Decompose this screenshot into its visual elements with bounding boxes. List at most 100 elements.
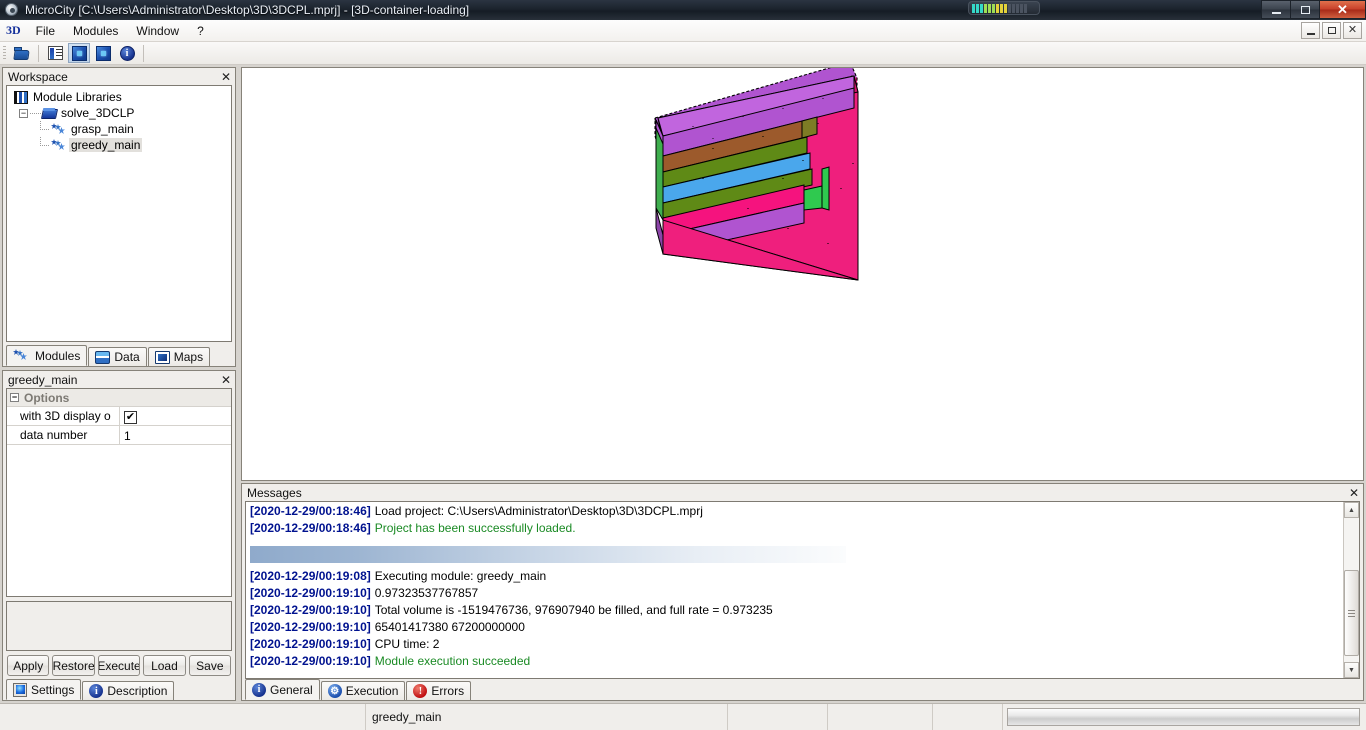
module-icon [51,139,66,151]
message-timestamp: [2020-12-29/00:19:10] [250,637,371,651]
info-icon: i [252,682,266,697]
messages-vertical-scrollbar[interactable]: ▲ ▼ [1343,502,1359,678]
module-icon [13,349,28,362]
save-button[interactable]: Save [188,655,232,676]
properties-tabstrip: Settings i Description [3,679,235,700]
options-grid[interactable]: − Options with 3D display o ✔ data numbe… [6,388,232,597]
viewport-3d-container-loading[interactable] [241,61,1364,481]
mdi-window-controls: ✕ [1301,22,1366,39]
option-value[interactable]: 1 [120,426,231,444]
window-controls: ✕ [1261,0,1366,20]
mdi-close-button[interactable]: ✕ [1343,22,1362,39]
message-text: Executing module: greedy_main [374,569,547,583]
option-row-data-number[interactable]: data number 1 [7,426,231,445]
restore-icon [1327,27,1336,34]
level-meter-overlay [968,1,1040,15]
tab-settings[interactable]: Settings [6,679,82,700]
message-row: [2020-12-29/00:19:10] Module execution s… [250,654,1343,671]
menu-item-modules[interactable]: Modules [64,22,127,40]
toolbar-separator [38,44,39,62]
message-row: [2020-12-29/00:19:10] Total volume is -1… [250,603,1343,620]
tab-errors[interactable]: ! Errors [406,681,472,700]
scroll-up-icon[interactable]: ▲ [1344,502,1359,518]
restore-button[interactable]: Restore [52,655,95,676]
properties-filler [6,601,232,651]
main-toolbar: i [0,42,1366,65]
message-timestamp: [2020-12-29/00:19:10] [250,586,371,600]
option-value[interactable]: ✔ [120,407,231,425]
messages-panel: Messages ✕ [2020-12-29/00:18:46] Load pr… [241,483,1364,701]
message-timestamp: [2020-12-29/00:19:10] [250,654,371,668]
message-text: 65401417380 67200000000 [374,620,525,634]
message-row: [2020-12-29/00:18:46] Load project: C:\U… [250,504,1343,521]
tree-item-module-libraries[interactable]: Module Libraries [9,89,229,105]
window-close-button[interactable]: ✕ [1319,0,1366,19]
tab-label: Maps [173,350,204,364]
tab-label: General [270,682,313,697]
module-tree[interactable]: Module Libraries − solve_3DCLP grasp_mai [6,85,232,342]
container-loading-render [654,61,859,281]
message-text: Load project: C:\Users\Administrator\Des… [374,504,703,518]
window-maximize-button[interactable] [1290,0,1319,19]
close-icon: ✕ [1347,24,1358,36]
menu-item-file[interactable]: File [27,22,64,40]
scroll-down-icon[interactable]: ▼ [1344,662,1359,678]
apply-button[interactable]: Apply [7,655,50,676]
options-group-header[interactable]: − Options [7,389,231,407]
message-row: [2020-12-29/00:19:10] 0.97323537767857 [250,586,1343,603]
tree-item-label: greedy_main [69,138,143,152]
message-text: Module execution succeeded [374,654,531,668]
open-project-button[interactable] [11,43,33,63]
tree-connector [37,137,51,153]
tab-general[interactable]: i General [245,679,320,700]
tab-label: Modules [35,348,81,363]
tree-item-label: solve_3DCLP [61,106,135,120]
properties-panel: greedy_main ✕ − Options with 3D display … [2,370,236,701]
tab-modules[interactable]: Modules [6,345,88,366]
message-row: [2020-12-29/00:18:46] Project has been s… [250,521,1343,538]
left-dock: Workspace ✕ Module Libraries − solve_3DC… [2,67,236,701]
messages-view-button[interactable] [92,43,114,63]
tab-label: Description [107,684,168,698]
tab-maps[interactable]: Maps [147,347,211,366]
messages-list: [2020-12-29/00:18:46] Load project: C:\U… [246,502,1343,678]
menu-item-help[interactable]: ? [188,22,213,40]
tree-expander-icon[interactable]: − [19,108,28,118]
tree-item-label: grasp_main [71,122,134,136]
tab-label: Settings [31,682,75,697]
toolbar-grip[interactable] [3,45,6,61]
workspace-close-icon[interactable]: ✕ [219,70,233,84]
tree-item-grasp-main[interactable]: grasp_main [9,121,229,137]
error-icon: ! [413,684,428,698]
workspace-toggle-button[interactable] [44,43,66,63]
tree-connector [30,108,42,118]
load-button[interactable]: Load [143,655,186,676]
mdi-minimize-button[interactable] [1301,22,1320,39]
scrollbar-track[interactable] [1344,518,1359,662]
messages-close-icon[interactable]: ✕ [1347,486,1361,500]
window-minimize-button[interactable] [1261,0,1290,19]
group-expander-icon[interactable]: − [10,393,19,402]
tree-item-greedy-main[interactable]: greedy_main [9,137,229,153]
mdi-restore-button[interactable] [1322,22,1341,39]
options-group-label: Options [24,390,70,405]
message-timestamp: [2020-12-29/00:18:46] [250,521,371,535]
tab-data[interactable]: Data [88,347,147,366]
tab-execution[interactable]: ⚙ Execution [320,681,406,700]
scrollbar-thumb[interactable] [1344,570,1359,656]
option-row-3d-display[interactable]: with 3D display o ✔ [7,407,231,426]
messages-list-box[interactable]: [2020-12-29/00:18:46] Load project: C:\U… [245,501,1360,679]
checkbox-checked-icon[interactable]: ✔ [124,410,137,424]
execute-button[interactable]: Execute [97,655,141,676]
settings-view-button[interactable] [68,43,90,63]
messages-panel-caption: Messages ✕ [242,484,1363,501]
properties-close-icon[interactable]: ✕ [219,373,233,387]
blue-square-icon [71,45,87,61]
tab-description[interactable]: i Description [82,681,175,700]
menu-item-window[interactable]: Window [127,22,188,40]
module-icon [51,123,66,135]
tree-item-solve-3dclp[interactable]: − solve_3DCLP [9,105,229,121]
properties-panel-caption: greedy_main ✕ [3,371,235,388]
tab-label: Data [114,350,140,364]
about-button[interactable]: i [116,43,138,63]
